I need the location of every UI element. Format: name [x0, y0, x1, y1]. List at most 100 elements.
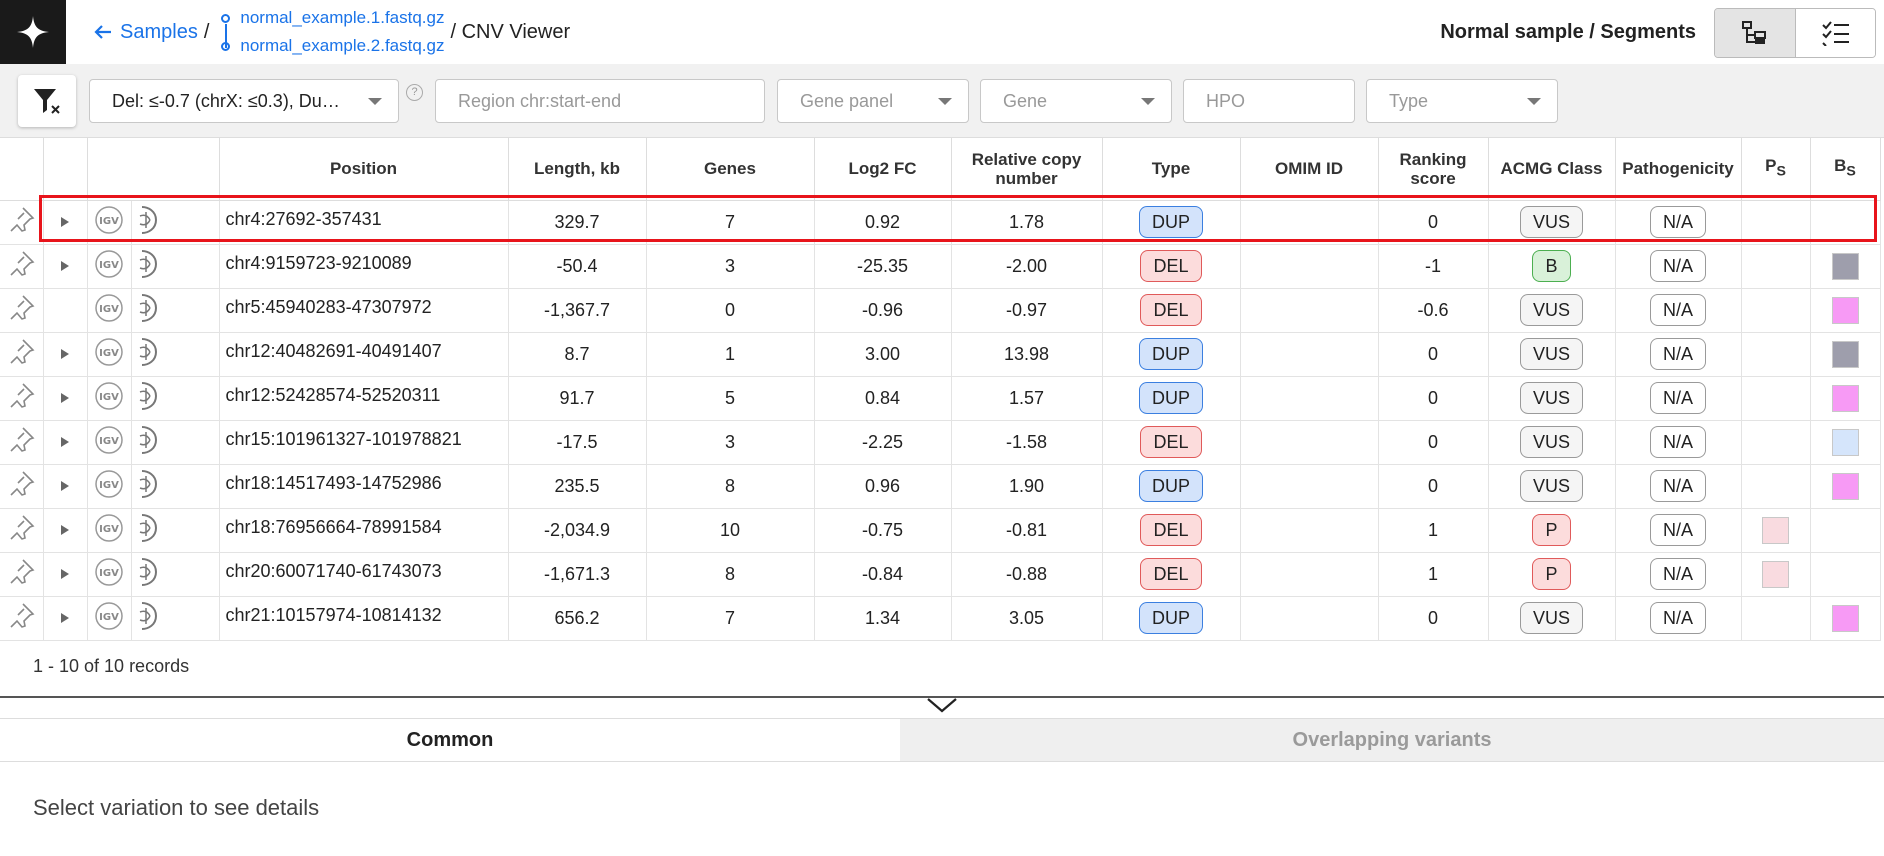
col-ranking-score[interactable]: Ranking score — [1378, 138, 1489, 201]
igv-button[interactable]: IGV — [87, 508, 132, 553]
expand-button[interactable] — [43, 596, 88, 641]
cell-relative-copy-number: -2.00 — [951, 244, 1103, 289]
expand-button[interactable] — [43, 376, 88, 421]
col-pathogenicity[interactable]: Pathogenicity — [1615, 138, 1742, 201]
file-link-1[interactable]: normal_example.1.fastq.gz — [221, 4, 444, 32]
tree-view-icon — [1742, 21, 1766, 44]
pin-button[interactable] — [0, 464, 44, 509]
pin-button[interactable] — [0, 420, 44, 465]
tab-overlapping-variants[interactable]: Overlapping variants — [900, 719, 1884, 761]
table-row[interactable]: IGV chr18:14517493-14752986 235.5 8 0.96 1.90… — [0, 464, 1881, 509]
cnv-threshold-select[interactable]: Del: ≤-0.7 (chrX: ≤0.3), Du… — [89, 79, 399, 123]
decipher-button[interactable] — [131, 420, 220, 465]
cell-acmg: VUS — [1488, 332, 1616, 377]
decipher-button[interactable] — [131, 288, 220, 333]
back-to-samples-link[interactable]: Samples — [94, 21, 198, 44]
cell-pathogenicity[interactable]: N/A — [1615, 288, 1742, 333]
igv-button[interactable]: IGV — [87, 332, 132, 377]
expand-button[interactable] — [43, 332, 88, 377]
table-row[interactable]: IGV chr20:60071740-61743073 -1,671.3 8 -0.84… — [0, 552, 1881, 597]
cell-ranking-score: 0 — [1378, 420, 1489, 465]
decipher-button[interactable] — [131, 464, 220, 509]
col-position[interactable]: Position — [219, 138, 509, 201]
cell-pathogenicity[interactable]: N/A — [1615, 200, 1742, 245]
igv-button[interactable]: IGV — [87, 420, 132, 465]
col-ps[interactable]: PS — [1741, 138, 1811, 201]
table-row[interactable]: IGV chr4:9159723-9210089 -50.4 3 -25.35 -2.00… — [0, 244, 1881, 289]
pin-button[interactable] — [0, 244, 44, 289]
col-relative-copy-number[interactable]: Relative copy number — [951, 138, 1103, 201]
pin-button[interactable] — [0, 508, 44, 553]
bs-swatch — [1831, 296, 1859, 324]
igv-button[interactable]: IGV — [87, 244, 132, 289]
igv-button[interactable]: IGV — [87, 376, 132, 421]
pathogenicity-badge: N/A — [1649, 338, 1706, 370]
cell-pathogenicity[interactable]: N/A — [1615, 508, 1742, 553]
list-view-button[interactable] — [1795, 9, 1875, 57]
pin-button[interactable] — [0, 200, 44, 245]
expand-button[interactable] — [43, 508, 88, 553]
col-genes[interactable]: Genes — [646, 138, 815, 201]
col-acmg-class[interactable]: ACMG Class — [1488, 138, 1616, 201]
table-row[interactable]: IGV chr21:10157974-10814132 656.2 7 1.34 3.05… — [0, 596, 1881, 641]
cell-pathogenicity[interactable]: N/A — [1615, 332, 1742, 377]
pin-button[interactable] — [0, 376, 44, 421]
col-length[interactable]: Length, kb — [508, 138, 647, 201]
tree-view-button[interactable] — [1715, 9, 1795, 57]
table-row[interactable]: IGV chr12:52428574-52520311 91.7 5 0.84 1.57 D… — [0, 376, 1881, 421]
decipher-button[interactable] — [131, 200, 220, 245]
gene-select[interactable]: Gene — [980, 79, 1172, 123]
igv-button[interactable]: IGV — [87, 596, 132, 641]
app-logo[interactable] — [0, 0, 66, 64]
type-select[interactable]: Type — [1366, 79, 1558, 123]
bs-swatch — [1831, 604, 1859, 632]
table-row[interactable]: IGV chr4:27692-357431 329.7 7 0.92 1.78 DUP 0 VU… — [0, 200, 1881, 245]
igv-icon: IGV — [93, 381, 125, 415]
cell-ps — [1741, 332, 1811, 377]
expand-button[interactable] — [43, 552, 88, 597]
clear-filters-button[interactable] — [18, 75, 76, 127]
cell-pathogenicity[interactable]: N/A — [1615, 376, 1742, 421]
decipher-button[interactable] — [131, 508, 220, 553]
col-omim-id[interactable]: OMIM ID — [1240, 138, 1379, 201]
gene-panel-select[interactable]: Gene panel — [777, 79, 969, 123]
decipher-button[interactable] — [131, 332, 220, 377]
col-log2fc[interactable]: Log2 FC — [814, 138, 952, 201]
igv-button[interactable]: IGV — [87, 464, 132, 509]
cell-pathogenicity[interactable]: N/A — [1615, 596, 1742, 641]
expand-button[interactable] — [43, 244, 88, 289]
cell-position: chr21:10157974-10814132 — [219, 596, 509, 641]
decipher-button[interactable] — [131, 244, 220, 289]
decipher-button[interactable] — [131, 552, 220, 597]
decipher-button[interactable] — [131, 376, 220, 421]
cell-pathogenicity[interactable]: N/A — [1615, 464, 1742, 509]
region-input[interactable]: Region chr:start-end — [435, 79, 765, 123]
table-row[interactable]: IGV chr15:101961327-101978821 -17.5 3 -2.25-… — [0, 420, 1881, 465]
pin-button[interactable] — [0, 552, 44, 597]
col-bs[interactable]: BS — [1810, 138, 1881, 201]
table-row[interactable]: IGV chr18:76956664-78991584 -2,034.9 10 -0.7… — [0, 508, 1881, 553]
igv-button[interactable]: IGV — [87, 288, 132, 333]
cell-pathogenicity[interactable]: N/A — [1615, 552, 1742, 597]
tab-common[interactable]: Common — [0, 719, 900, 761]
col-type[interactable]: Type — [1102, 138, 1241, 201]
help-icon[interactable]: ? — [406, 84, 423, 101]
cell-pathogenicity[interactable]: N/A — [1615, 244, 1742, 289]
igv-button[interactable]: IGV — [87, 200, 132, 245]
decipher-icon — [134, 557, 164, 592]
expand-button[interactable] — [43, 200, 88, 245]
pin-button[interactable] — [0, 288, 44, 333]
igv-button[interactable]: IGV — [87, 552, 132, 597]
decipher-button[interactable] — [131, 596, 220, 641]
table-row[interactable]: IGV chr5:45940283-47307972 -1,367.7 0 -0.96-… — [0, 288, 1881, 333]
decipher-icon — [134, 601, 164, 636]
table-row[interactable]: IGV chr12:40482691-40491407 8.7 1 3.00 13.98 D… — [0, 332, 1881, 377]
file-link-2[interactable]: normal_example.2.fastq.gz — [221, 32, 444, 60]
hpo-input[interactable]: HPO — [1183, 79, 1355, 123]
expand-button[interactable] — [43, 464, 88, 509]
cell-pathogenicity[interactable]: N/A — [1615, 420, 1742, 465]
expand-button[interactable] — [43, 420, 88, 465]
cell-type: DEL — [1102, 508, 1241, 553]
pin-button[interactable] — [0, 332, 44, 377]
pin-button[interactable] — [0, 596, 44, 641]
